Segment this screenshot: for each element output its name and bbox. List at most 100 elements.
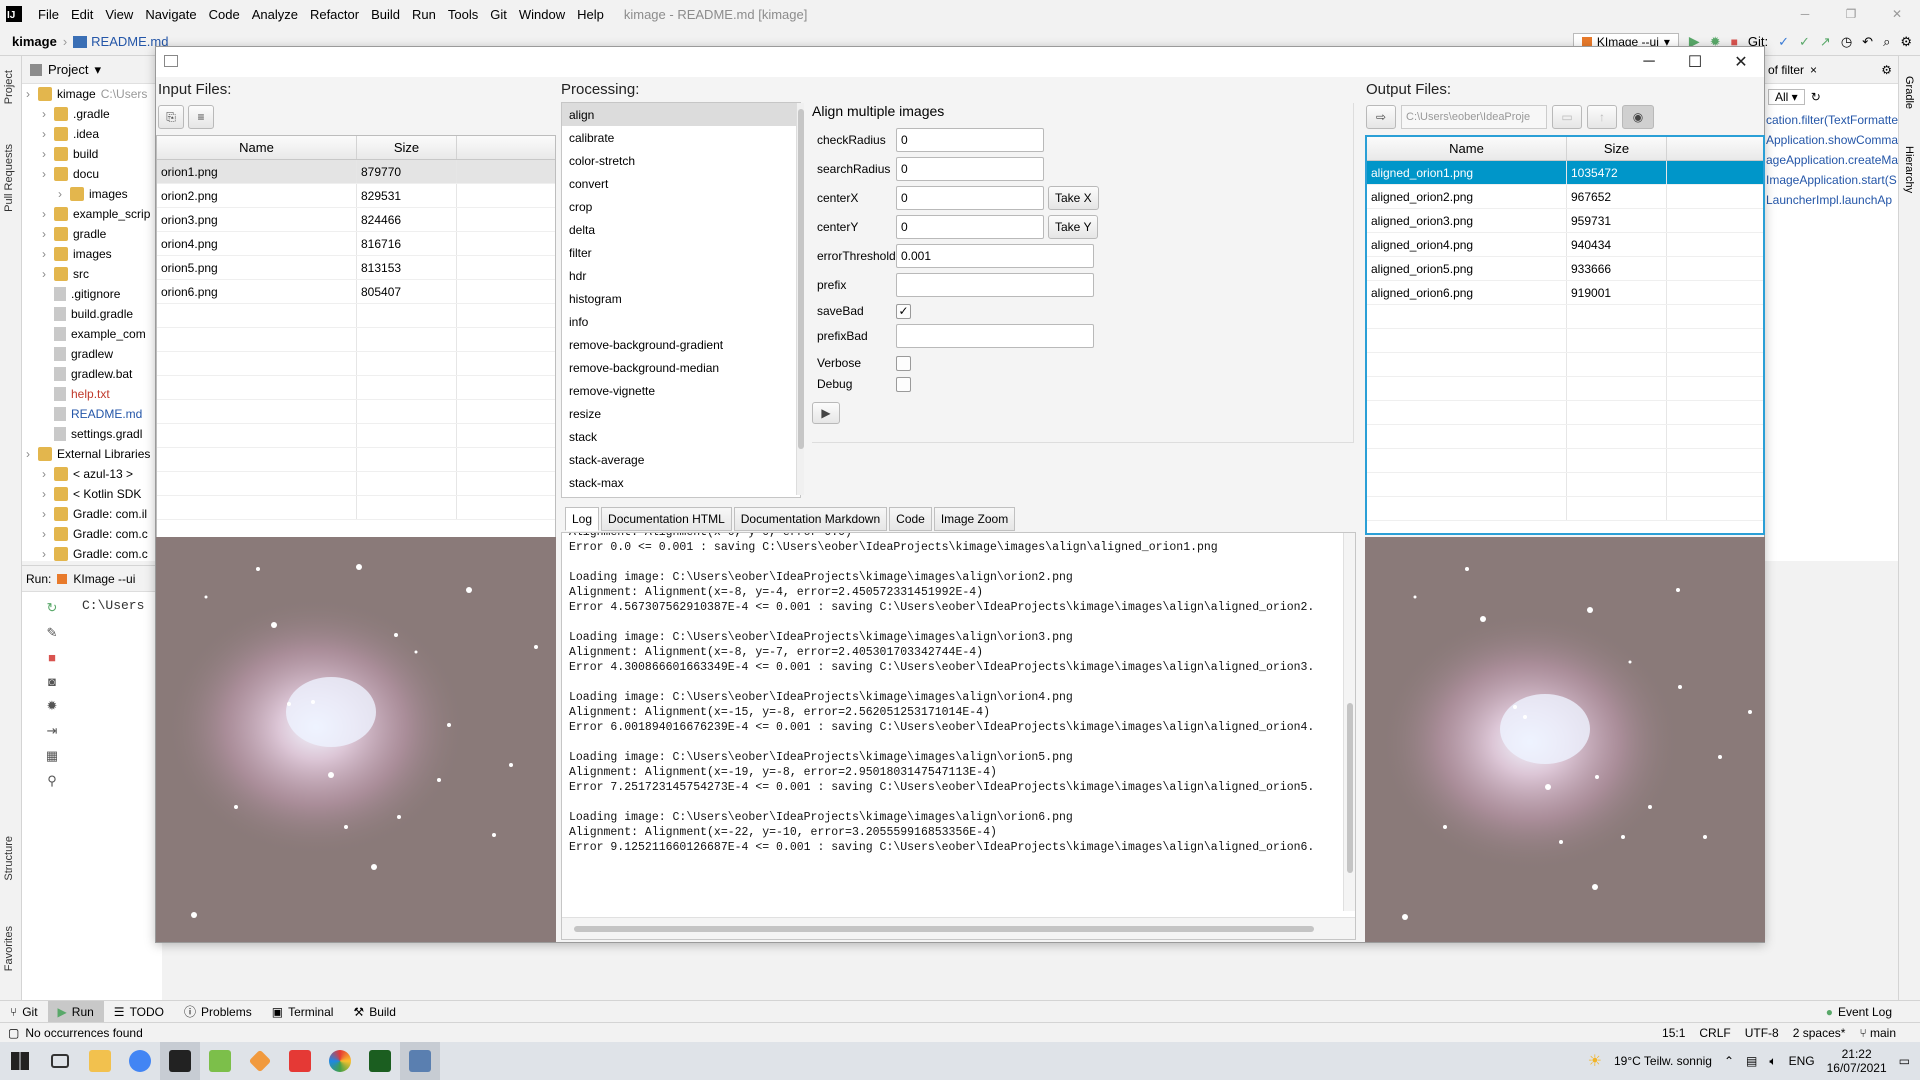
table-row[interactable]: orion5.png 813153 (157, 256, 555, 280)
processing-item-hdr[interactable]: hdr (562, 264, 800, 287)
tree-item[interactable]: › example_scrip (22, 204, 161, 224)
arrow-up-icon[interactable]: ↑ (1587, 105, 1617, 129)
history-icon[interactable]: ◷ (1841, 34, 1852, 50)
windows-start-icon[interactable] (0, 1042, 40, 1080)
menu-file[interactable]: File (32, 7, 65, 22)
processing-scrollbar[interactable] (796, 103, 804, 495)
processing-item-crop[interactable]: crop (562, 195, 800, 218)
close-icon[interactable]: ✕ (1874, 7, 1920, 21)
menu-view[interactable]: View (99, 7, 139, 22)
menu-help[interactable]: Help (571, 7, 610, 22)
wrench-icon[interactable]: ✎ (47, 625, 58, 641)
processing-item-filter[interactable]: filter (562, 241, 800, 264)
tool-git[interactable]: ⑂ Git (0, 1005, 48, 1019)
column-name[interactable]: Name (157, 136, 357, 159)
weather-text[interactable]: 19°C Teilw. sonnig (1614, 1054, 1712, 1068)
menu-run[interactable]: Run (406, 7, 442, 22)
rollback-icon[interactable]: ↶ (1862, 34, 1873, 50)
savebad-checkbox[interactable]: ✓ (896, 303, 911, 319)
git-push-icon[interactable]: ↗ (1820, 34, 1831, 50)
maximize-icon[interactable]: ☐ (1672, 47, 1718, 77)
tree-item[interactable]: build.gradle (22, 304, 161, 324)
tree-item[interactable]: README.md (22, 404, 161, 424)
menu-analyze[interactable]: Analyze (246, 7, 304, 22)
java-app-icon[interactable] (400, 1042, 440, 1080)
input-image-preview[interactable] (156, 537, 556, 942)
tree-item[interactable]: › images (22, 244, 161, 264)
stack-trace-line[interactable]: LauncherImpl.launchAp (1766, 190, 1898, 210)
tree-item[interactable]: › .gradle (22, 104, 161, 124)
table-row[interactable]: aligned_orion5.png 933666 (1367, 257, 1763, 281)
volume-icon[interactable]: 🔈︎ (1769, 1054, 1776, 1069)
stop-icon[interactable]: ■ (48, 650, 56, 665)
camera-icon[interactable]: ◙ (48, 674, 56, 689)
table-row[interactable]: aligned_orion1.png 1035472 (1367, 161, 1763, 185)
processing-item-stack-average[interactable]: stack-average (562, 448, 800, 471)
menu-tools[interactable]: Tools (442, 7, 484, 22)
menu-window[interactable]: Window (513, 7, 571, 22)
network-icon[interactable]: ▤ (1746, 1054, 1757, 1068)
folder-icon[interactable]: ▭ (1552, 105, 1582, 129)
centery-input[interactable] (896, 215, 1044, 239)
chevron-up-icon[interactable]: ⌃ (1724, 1054, 1734, 1068)
tab-log[interactable]: Log (565, 507, 600, 531)
tool-window-favorites[interactable]: Favorites (3, 926, 15, 971)
processing-item-histogram[interactable]: histogram (562, 287, 800, 310)
prefix-input[interactable] (896, 273, 1094, 297)
tab-documentation-html[interactable]: Documentation HTML (601, 507, 732, 531)
move-to-input-icon[interactable]: ⇨ (1366, 105, 1396, 129)
tree-item[interactable]: › < azul-13 > (22, 464, 161, 484)
debug-bug-icon[interactable]: ✹ (47, 698, 58, 714)
take-x-button[interactable]: Take X (1048, 186, 1099, 210)
tab-documentation-markdown[interactable]: Documentation Markdown (733, 507, 888, 531)
tree-item[interactable]: help.txt (22, 384, 161, 404)
searchradius-input[interactable] (896, 157, 1044, 181)
project-header-label[interactable]: Project (48, 62, 88, 77)
errorthreshold-input[interactable] (896, 244, 1094, 268)
table-row[interactable]: aligned_orion6.png 919001 (1367, 281, 1763, 305)
close-icon[interactable]: × (1810, 63, 1817, 77)
column-size[interactable]: Size (1567, 137, 1667, 160)
language-indicator[interactable]: ENG (1789, 1054, 1815, 1068)
tree-item[interactable]: gradlew (22, 344, 161, 364)
tab-image-zoom[interactable]: Image Zoom (933, 507, 1016, 531)
tree-item[interactable]: › < Kotlin SDK (22, 484, 161, 504)
run-tab[interactable]: KImage --ui (73, 572, 135, 586)
tree-item[interactable]: › build (22, 144, 161, 164)
processing-item-stack-max[interactable]: stack-max (562, 471, 800, 494)
log-vertical-scrollbar[interactable] (1343, 533, 1355, 911)
restore-icon[interactable]: ❐ (1828, 7, 1874, 21)
stack-trace-line[interactable]: cation.filter(TextFormatter (1766, 110, 1898, 130)
debug-checkbox[interactable] (896, 376, 911, 392)
processing-item-remove-background-gradient[interactable]: remove-background-gradient (562, 333, 800, 356)
tree-item[interactable]: › gradle (22, 224, 161, 244)
processing-item-color-stretch[interactable]: color-stretch (562, 149, 800, 172)
run-processing-button[interactable]: ▶ (812, 402, 840, 424)
tree-item[interactable]: › src (22, 264, 161, 284)
tree-item[interactable]: example_com (22, 324, 161, 344)
tool-window-hierarchy[interactable]: Hierarchy (1903, 146, 1915, 193)
tree-item[interactable]: › Gradle: com.il (22, 504, 161, 524)
tree-item[interactable]: › Gradle: com.c (22, 544, 161, 564)
tool-window-structure[interactable]: Structure (3, 836, 15, 881)
git-commit-icon[interactable]: ✓ (1799, 34, 1810, 50)
tool-run[interactable]: ▶ Run (47, 1000, 104, 1023)
breadcrumb-project[interactable]: kimage (12, 34, 57, 49)
column-size[interactable]: Size (357, 136, 457, 159)
indent-setting[interactable]: 2 spaces* (1793, 1026, 1846, 1040)
processing-item-remove-background-median[interactable]: remove-background-median (562, 356, 800, 379)
table-row[interactable]: aligned_orion4.png 940434 (1367, 233, 1763, 257)
output-image-preview[interactable] (1365, 537, 1765, 942)
prefixbad-input[interactable] (896, 324, 1094, 348)
processing-item-align[interactable]: align (562, 103, 800, 126)
menu-navigate[interactable]: Navigate (139, 7, 202, 22)
rerun-icon[interactable]: ↻ (47, 600, 58, 616)
processing-item-calibrate[interactable]: calibrate (562, 126, 800, 149)
anydesk-icon[interactable] (280, 1042, 320, 1080)
add-files-icon[interactable]: ⎘ (158, 105, 184, 129)
exit-icon[interactable]: ⇥ (47, 723, 58, 739)
chrome-icon[interactable] (120, 1042, 160, 1080)
tool-build[interactable]: ⚒ Build (343, 1005, 405, 1019)
minimize-icon[interactable]: ─ (1626, 47, 1672, 77)
menu-build[interactable]: Build (365, 7, 406, 22)
